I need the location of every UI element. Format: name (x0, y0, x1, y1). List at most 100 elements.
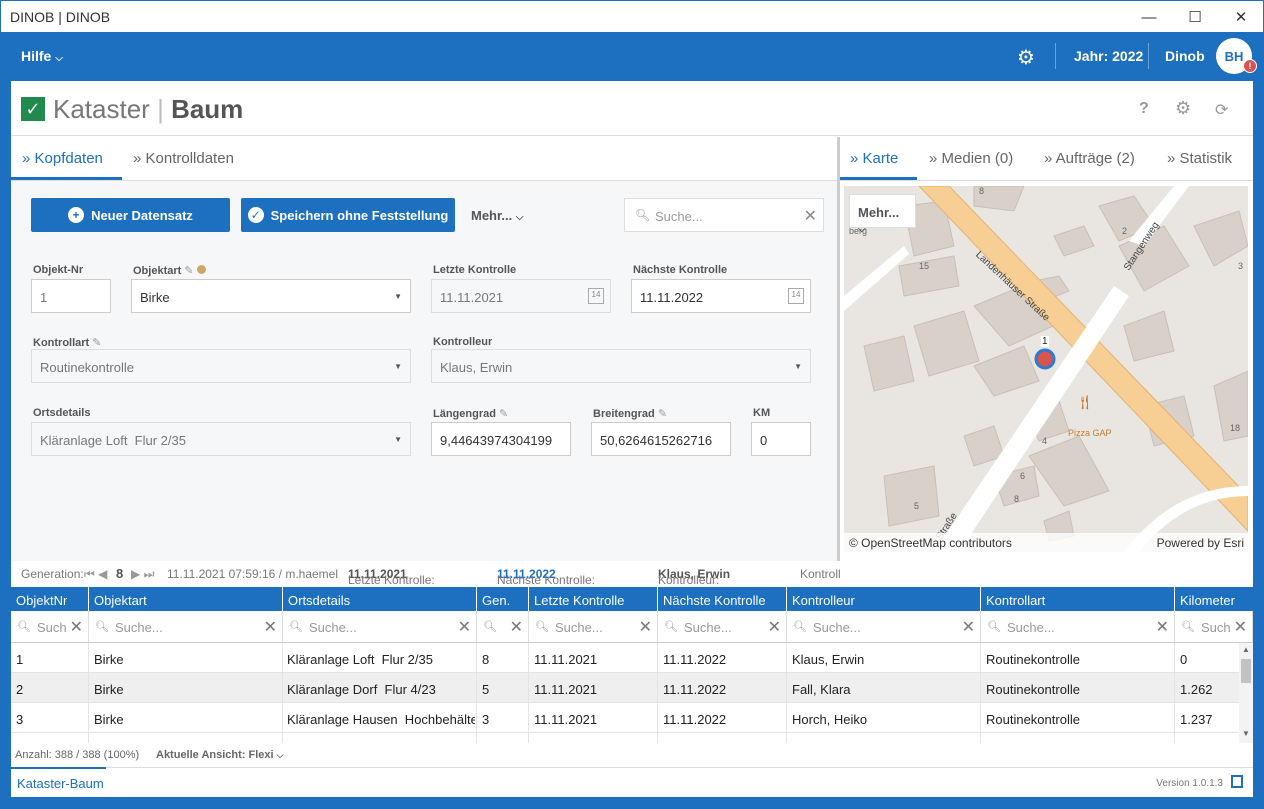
maximize-button[interactable]: ☐ (1172, 1, 1218, 33)
gen-letzte-kontrolle: Letzte Kontrolle: 11.11.2021 (348, 567, 435, 587)
chevron-down-icon: ⌵ (55, 53, 63, 64)
calendar-icon[interactable]: 14 (788, 288, 804, 304)
column-header-ortsdetails[interactable]: Ortsdetails (283, 587, 477, 611)
checkmark-logo-icon: ✓ (21, 97, 45, 121)
objektart-select[interactable]: Birke ▼ (131, 279, 411, 313)
search-icon: 🔍︎ (17, 621, 31, 633)
table-row[interactable]: 2 Birke Kläranlage Dorf Flur 4/23 5 11.1… (11, 673, 1239, 703)
map-attribution: © OpenStreetMap contributors Powered by … (844, 533, 1248, 552)
column-search-input[interactable]: 🔍︎ Such ✕ (11, 611, 89, 643)
new-record-label: Neuer Datensatz (91, 207, 193, 223)
clear-icon[interactable]: ✕ (804, 206, 817, 226)
clear-icon: ✕ (509, 619, 523, 636)
map-canvas[interactable] (844, 186, 1248, 552)
table-row[interactable]: 1 Birke Kläranlage Loft Flur 2/35 8 11.1… (11, 643, 1239, 673)
record-search-input[interactable]: 🔍︎ Suche... ✕ (624, 198, 824, 232)
column-search-input[interactable]: 🔍︎ Suche... ✕ (529, 611, 658, 643)
column-search-input[interactable]: 🔍︎ Such ✕ (1175, 611, 1253, 643)
column-divider (88, 643, 89, 743)
module-tab[interactable]: Kataster-Baum (17, 776, 104, 791)
laengengrad-field[interactable]: 9,44643974304199 (431, 422, 571, 456)
column-header-letzte-kontrolle[interactable]: Letzte Kontrolle (529, 587, 658, 611)
dropdown-arrow-icon: ▼ (394, 292, 402, 301)
scroll-down-icon[interactable]: ▼ (1242, 729, 1250, 738)
column-header-naechste-kontrolle[interactable]: Nächste Kontrolle (658, 587, 787, 611)
map-number: 5 (914, 501, 920, 511)
scroll-up-icon[interactable]: ▲ (1242, 645, 1250, 654)
column-search-input[interactable]: 🔍︎ Suche... ✕ (787, 611, 981, 643)
help-icon[interactable]: ? (1139, 100, 1149, 118)
map-number: 8 (1014, 494, 1020, 504)
clear-icon: ✕ (263, 619, 277, 636)
generation-value: 8 (116, 566, 124, 581)
gen-nav-first-prev-icons[interactable]: ⏮ ◀ (84, 567, 107, 582)
naechste-kontrolle-field[interactable]: 11.11.2022 14 (631, 279, 811, 313)
search-icon: 🔍︎ (793, 621, 807, 633)
column-search-input[interactable]: 🔍︎ Suche... ✕ (981, 611, 1175, 643)
scrollbar-thumb[interactable] (1241, 659, 1251, 683)
map-more-button[interactable]: Mehr... ⌵ (849, 194, 916, 235)
map-number: 6 (1020, 471, 1026, 481)
tab-statistik[interactable]: » Statistik (1167, 150, 1232, 167)
more-menu[interactable]: Mehr... ⌵ (471, 208, 523, 223)
calendar-icon[interactable]: 14 (588, 288, 604, 304)
ortsdetails-select[interactable]: Kläranlage Loft Flur 2/35 ▼ (31, 422, 411, 456)
avatar[interactable]: BH! (1216, 38, 1257, 74)
letzte-kontrolle-field[interactable]: 11.11.2021 14 (431, 279, 611, 313)
active-tab-indicator (839, 177, 917, 180)
kontrollart-label: Kontrollart ✎ (33, 337, 102, 349)
column-header-objektart[interactable]: Objektart (89, 587, 283, 611)
settings-gear-icon[interactable]: ⚙ (1017, 45, 1035, 70)
refresh-icon[interactable]: ⟳ (1215, 100, 1228, 120)
view-selector[interactable]: Aktuelle Ansicht: Flexi ⌵ (156, 749, 283, 761)
osm-attribution[interactable]: © OpenStreetMap contributors (849, 536, 1012, 550)
tab-medien[interactable]: » Medien (0) (929, 150, 1013, 167)
dropdown-arrow-icon: ▼ (394, 435, 402, 444)
search-icon: 🔍︎ (95, 621, 109, 633)
column-divider (282, 643, 283, 743)
export-icon[interactable] (1231, 775, 1243, 788)
tab-auftraege[interactable]: » Aufträge (2) (1044, 150, 1135, 167)
column-search-input[interactable]: 🔍︎ Suche... ✕ (89, 611, 283, 643)
table-row[interactable]: 3 Birke Kläranlage Hausen Hochbehälter 3… (11, 703, 1239, 733)
map-view[interactable]: Landenhäuser Straße Stangenweg Straße 1 … (844, 186, 1248, 552)
tab-kopfdaten[interactable]: » Kopfdaten (22, 150, 103, 167)
kontrolleur-select[interactable]: Klaus, Erwin ▼ (431, 349, 811, 383)
notification-badge: ! (1243, 59, 1257, 73)
column-header-kontrollart[interactable]: Kontrollart (981, 587, 1175, 611)
splitter-handle[interactable] (837, 137, 840, 587)
column-header-gen[interactable]: Gen. (477, 587, 529, 611)
save-button[interactable]: ✓ Speichern ohne Feststellung (241, 198, 455, 232)
user-name[interactable]: Dinob (1165, 48, 1205, 64)
close-button[interactable]: ✕ (1218, 1, 1264, 33)
column-search-input[interactable]: 🔍︎ ✕ (477, 611, 529, 643)
map-marker-label: 1 (1041, 336, 1049, 347)
new-record-button[interactable]: + Neuer Datensatz (31, 198, 230, 232)
column-header-objektnr[interactable]: ObjektNr (11, 587, 89, 611)
kontrollart-select[interactable]: Routinekontrolle ▼ (31, 349, 411, 383)
column-search-input[interactable]: 🔍︎ Suche... ✕ (283, 611, 477, 643)
search-icon: 🔍︎ (1181, 621, 1195, 633)
gear-icon[interactable]: ⚙ (1175, 98, 1191, 119)
breitengrad-field[interactable]: 50,6264615262716 (591, 422, 731, 456)
column-search-input[interactable]: 🔍︎ Suche... ✕ (658, 611, 787, 643)
map-number: 15 (919, 261, 930, 271)
tab-karte[interactable]: » Karte (850, 150, 898, 167)
help-menu[interactable]: Hilfe ⌵ (21, 48, 63, 64)
search-icon: 🔍︎ (987, 621, 1001, 633)
breitengrad-label: Breitengrad ✎ (593, 408, 668, 420)
table-scrollbar[interactable]: ▲ ▼ (1239, 643, 1253, 743)
gen-naechste-kontrolle: Nächste Kontrolle: 11.11.2022 (497, 567, 596, 587)
search-icon: 🔍︎ (483, 621, 497, 633)
gen-nav-next-last-icons[interactable]: ▶ ⏭ (131, 567, 154, 582)
column-header-kilometer[interactable]: Kilometer (1175, 587, 1253, 611)
objekt-nr-field[interactable]: 1 (31, 279, 111, 313)
km-field[interactable]: 0 (751, 422, 811, 456)
tab-kontrolldaten[interactable]: » Kontrolldaten (133, 150, 234, 167)
clear-icon: ✕ (638, 619, 652, 636)
year-selector[interactable]: Jahr: 2022 (1074, 48, 1143, 64)
column-header-kontrolleur[interactable]: Kontrolleur (787, 587, 981, 611)
esri-attribution[interactable]: Powered by Esri (1157, 536, 1244, 550)
pencil-icon: ✎ (499, 408, 509, 420)
minimize-button[interactable]: — (1126, 1, 1172, 33)
